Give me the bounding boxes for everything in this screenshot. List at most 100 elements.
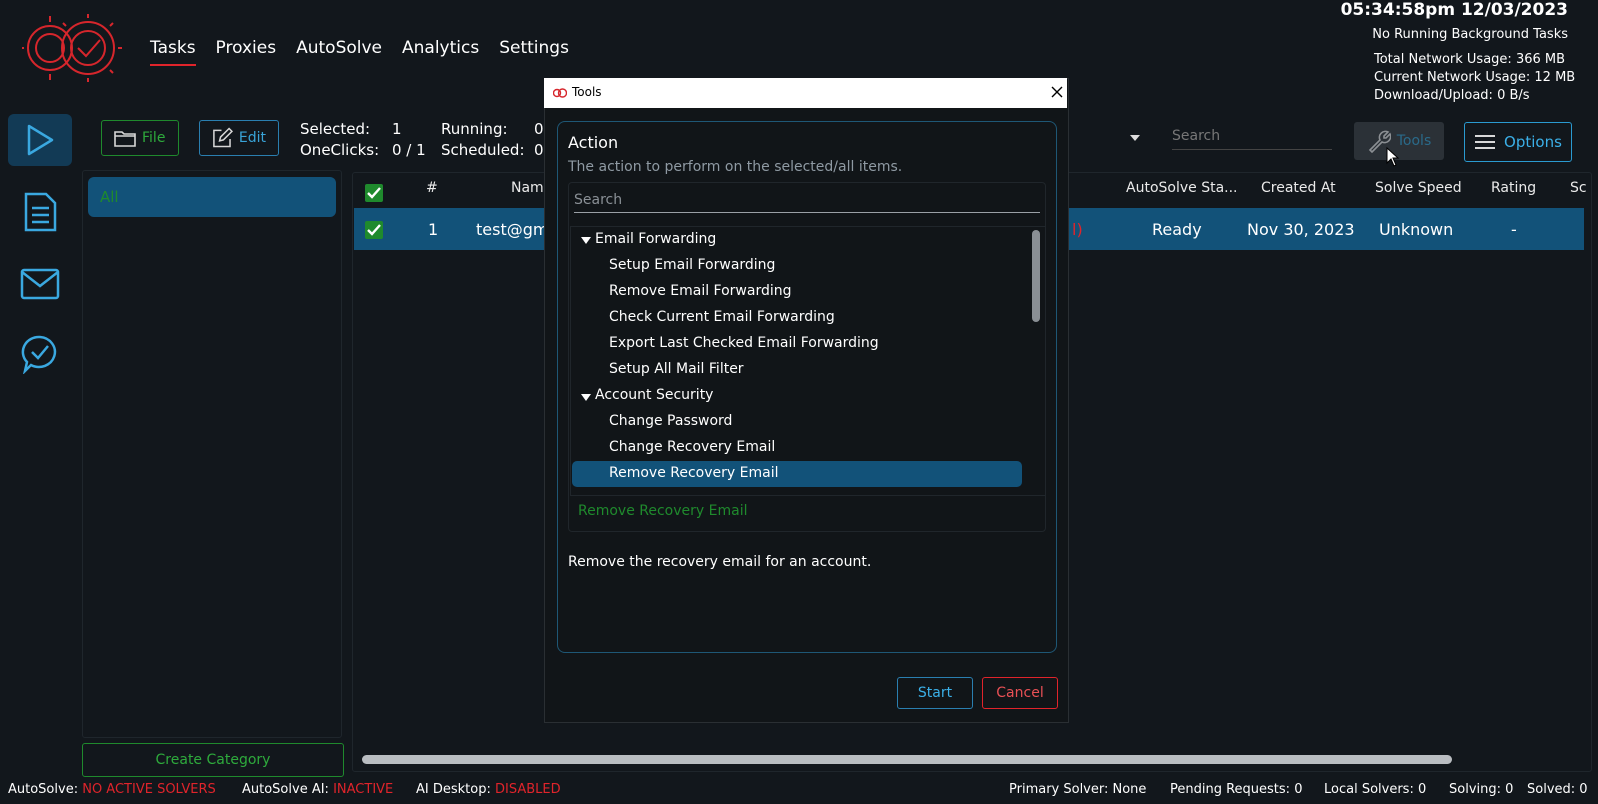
check-icon	[367, 187, 381, 199]
play-icon	[27, 124, 54, 156]
select-all-checkbox[interactable]	[365, 184, 383, 202]
oneclicks-value: 0 / 1	[392, 141, 426, 159]
rail-tasks[interactable]	[8, 114, 72, 166]
primary-solver: Primary Solver: None	[1009, 782, 1147, 797]
start-button[interactable]: Start	[897, 677, 973, 709]
nav-proxies[interactable]: Proxies	[216, 38, 277, 66]
task-search-input[interactable]: Search	[1172, 128, 1332, 150]
category-all[interactable]: All	[88, 177, 336, 217]
action-label: Action	[568, 133, 619, 152]
ai-desktop-label: AI Desktop:	[416, 782, 491, 797]
running-label: Running:	[441, 120, 508, 138]
selected-label: Selected:	[300, 120, 371, 138]
ai-desktop-value: DISABLED	[495, 782, 561, 797]
tree-item[interactable]: Remove Email Forwarding	[609, 279, 792, 303]
check-icon	[367, 224, 381, 236]
download-upload-value: 0 B/s	[1497, 88, 1530, 103]
selected-value: 1	[392, 120, 402, 138]
solving-count: Solving: 0	[1449, 782, 1514, 797]
edit-button[interactable]: Edit	[199, 120, 279, 156]
document-icon	[24, 192, 57, 232]
tree-scrollbar-thumb[interactable]	[1032, 230, 1040, 322]
edit-icon	[213, 127, 233, 148]
category-panel	[82, 170, 342, 738]
tools-button-label: Tools	[1396, 133, 1432, 149]
app-logo	[20, 12, 124, 84]
scheduled-label: Scheduled:	[441, 141, 525, 159]
selected-action-label: Remove Recovery Email	[578, 503, 748, 519]
oneclicks-label: OneClicks:	[300, 141, 380, 159]
row-checkbox[interactable]	[365, 221, 383, 239]
tree-item[interactable]: Change Password	[609, 409, 732, 433]
column-header-created-at[interactable]: Created At	[1261, 180, 1336, 196]
dialog-title: Tools	[572, 85, 602, 99]
autosolve-ai-label: AutoSolve AI:	[242, 782, 329, 797]
row-index: 1	[428, 220, 439, 239]
options-button[interactable]: Options	[1464, 122, 1572, 162]
scheduled-value: 0	[534, 141, 544, 159]
background-tasks-status: No Running Background Tasks	[1372, 27, 1568, 42]
column-header-solve-speed[interactable]: Solve Speed	[1375, 180, 1462, 196]
nav-settings[interactable]: Settings	[499, 38, 569, 66]
autosolve-ai-value: INACTIVE	[333, 782, 394, 797]
mail-icon	[20, 268, 60, 300]
column-header-autosolve-status[interactable]: AutoSolve Sta...	[1126, 180, 1238, 196]
mouse-cursor-icon	[1386, 146, 1400, 171]
clock: 05:34:58pm 12/03/2023	[1340, 0, 1568, 20]
chat-check-icon	[21, 335, 57, 374]
file-button[interactable]: File	[101, 120, 179, 156]
action-detail-text: Remove the recovery email for an account…	[568, 554, 872, 570]
options-button-label: Options	[1504, 133, 1562, 151]
autosolve-label: AutoSolve:	[8, 782, 79, 797]
tree-item[interactable]: Change Recovery Email	[609, 435, 775, 459]
rail-documents[interactable]	[8, 186, 72, 238]
row-created-at: Nov 30, 2023	[1247, 220, 1355, 239]
tree-item[interactable]: Setup Email Forwarding	[609, 253, 775, 277]
autosolve-value: NO ACTIVE SOLVERS	[82, 782, 216, 797]
rail-mail[interactable]	[8, 258, 72, 310]
app-small-icon	[553, 88, 567, 98]
total-network-label: Total Network Usage:	[1374, 52, 1512, 67]
ai-desktop-status: AI Desktop: DISABLED	[416, 782, 561, 797]
horizontal-scrollbar[interactable]	[362, 755, 1452, 764]
create-category-button[interactable]: Create Category	[82, 743, 344, 777]
folder-icon	[114, 131, 136, 147]
tree-item[interactable]: Check Current Email Forwarding	[609, 305, 835, 329]
tree-item-selected[interactable]: Remove Recovery Email	[609, 461, 778, 485]
running-value: 0	[534, 120, 544, 138]
autosolve-ai-status: AutoSolve AI: INACTIVE	[242, 782, 393, 797]
close-icon[interactable]	[1051, 86, 1063, 98]
tree-item[interactable]: Setup All Mail Filter	[609, 357, 744, 381]
action-search-input[interactable]: Search	[574, 192, 1040, 213]
nav-autosolve[interactable]: AutoSolve	[296, 38, 382, 66]
run-stats: Running: 0 Scheduled: 0	[441, 119, 544, 161]
edit-button-label: Edit	[238, 130, 266, 146]
current-network-label: Current Network Usage:	[1374, 70, 1531, 85]
current-network-value: 12 MB	[1534, 70, 1576, 85]
column-header-index[interactable]: #	[426, 180, 438, 196]
row-autosolve-status: Ready	[1152, 220, 1202, 239]
solved-count: Solved: 0	[1527, 782, 1588, 797]
rail-chat[interactable]	[8, 328, 72, 380]
column-header-rating[interactable]: Rating	[1491, 180, 1536, 196]
expand-triangle-icon[interactable]	[581, 394, 591, 401]
column-header-sc[interactable]: Sc	[1570, 180, 1587, 196]
expand-triangle-icon[interactable]	[581, 237, 591, 244]
pending-requests: Pending Requests: 0	[1170, 782, 1303, 797]
nav-tasks[interactable]: Tasks	[150, 38, 196, 66]
local-solvers: Local Solvers: 0	[1324, 782, 1427, 797]
tree-item[interactable]: Export Last Checked Email Forwarding	[609, 331, 879, 355]
autosolve-status: AutoSolve: NO ACTIVE SOLVERS	[8, 782, 216, 797]
row-solve-speed: Unknown	[1379, 220, 1454, 239]
menu-icon	[1475, 135, 1496, 149]
nav-analytics[interactable]: Analytics	[402, 38, 479, 66]
cancel-button[interactable]: Cancel	[982, 677, 1058, 709]
tree-group-email-forwarding[interactable]: Email Forwarding	[595, 227, 716, 251]
dropdown-chevron-icon[interactable]	[1130, 135, 1140, 141]
download-upload-label: Download/Upload:	[1374, 88, 1493, 103]
tree-group-account-security[interactable]: Account Security	[595, 383, 713, 407]
row-name: test@gm	[476, 220, 549, 239]
total-network-value: 366 MB	[1515, 52, 1566, 67]
network-usage: Total Network Usage: 366 MB Current Netw…	[1374, 51, 1575, 105]
main-nav: Tasks Proxies AutoSolve Analytics Settin…	[150, 38, 569, 66]
